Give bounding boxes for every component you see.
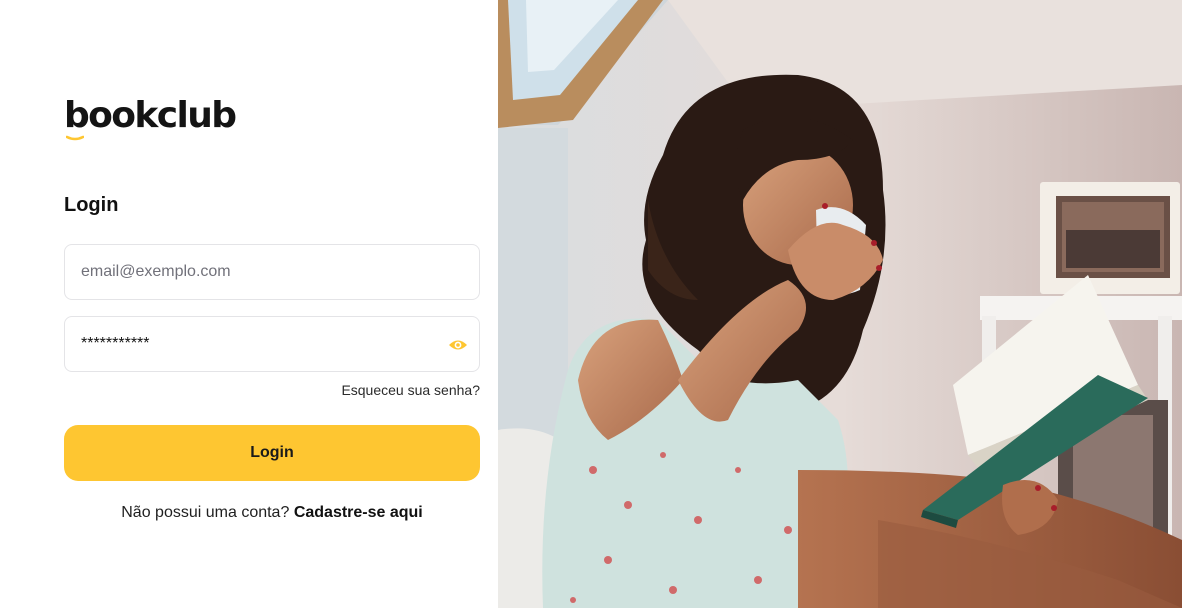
- password-field-wrapper: [64, 316, 480, 372]
- password-input[interactable]: [81, 335, 463, 353]
- login-panel: bookclub Login Esqueceu sua senha? Login…: [0, 0, 498, 608]
- signup-prompt: Não possui uma conta?: [121, 504, 290, 521]
- email-input[interactable]: [81, 263, 463, 281]
- hero-photo-illustration: [498, 0, 1182, 608]
- eye-icon[interactable]: [447, 334, 469, 356]
- email-field-wrapper: [64, 244, 480, 300]
- brand-logo: bookclub: [64, 95, 237, 136]
- login-heading: Login: [64, 194, 119, 216]
- signup-row: Não possui uma conta? Cadastre-se aqui: [64, 504, 480, 522]
- logo-underline-mark: [66, 135, 84, 141]
- login-button[interactable]: Login: [64, 425, 480, 481]
- forgot-password-link[interactable]: Esqueceu sua senha?: [341, 382, 480, 398]
- hero-image: [498, 0, 1182, 608]
- signup-link[interactable]: Cadastre-se aqui: [294, 504, 423, 521]
